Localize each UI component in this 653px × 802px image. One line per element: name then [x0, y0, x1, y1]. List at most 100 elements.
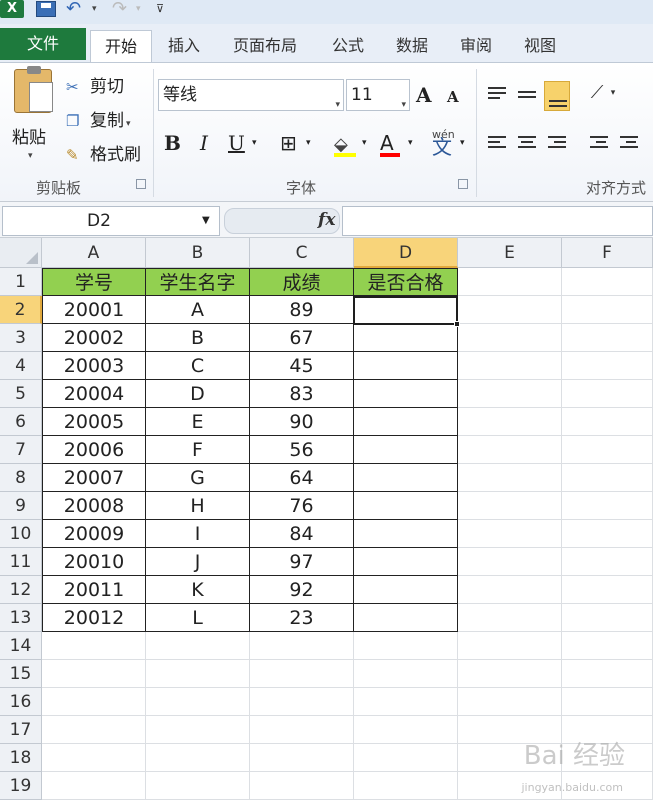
cell-B15[interactable]: [146, 660, 250, 688]
row-header-12[interactable]: 12: [0, 576, 42, 604]
cell-D2[interactable]: [354, 296, 458, 324]
row-header-13[interactable]: 13: [0, 604, 42, 632]
cell-C18[interactable]: [250, 744, 354, 772]
cell-C7[interactable]: 56: [250, 436, 354, 464]
cell-F1[interactable]: [562, 268, 653, 296]
cell-A9[interactable]: 20008: [42, 492, 146, 520]
cell-E15[interactable]: [458, 660, 562, 688]
cell-D16[interactable]: [354, 688, 458, 716]
fill-color-dropdown-arrow[interactable]: ▾: [362, 129, 367, 157]
cell-F12[interactable]: [562, 576, 653, 604]
align-middle-button[interactable]: [514, 85, 540, 109]
cell-F13[interactable]: [562, 604, 653, 632]
cell-E1[interactable]: [458, 268, 562, 296]
row-header-5[interactable]: 5: [0, 380, 42, 408]
cell-C1[interactable]: 成绩: [250, 268, 354, 296]
cell-B10[interactable]: I: [146, 520, 250, 548]
font-color-dropdown-arrow[interactable]: ▾: [408, 129, 413, 157]
redo-dropdown-arrow[interactable]: ▾: [136, 0, 141, 18]
cell-A4[interactable]: 20003: [42, 352, 146, 380]
cell-B13[interactable]: L: [146, 604, 250, 632]
column-header-C[interactable]: C: [250, 238, 354, 268]
cell-B18[interactable]: [146, 744, 250, 772]
cell-C14[interactable]: [250, 632, 354, 660]
cell-E6[interactable]: [458, 408, 562, 436]
cell-D9[interactable]: [354, 492, 458, 520]
italic-button[interactable]: I: [200, 129, 208, 157]
paste-dropdown-arrow[interactable]: ▾: [28, 151, 33, 161]
undo-icon[interactable]: ↶: [66, 0, 86, 18]
shrink-font-button[interactable]: A: [447, 88, 459, 106]
cell-C3[interactable]: 67: [250, 324, 354, 352]
cell-B12[interactable]: K: [146, 576, 250, 604]
cell-A11[interactable]: 20010: [42, 548, 146, 576]
copy-button[interactable]: ❐ 复制 ▾: [66, 109, 131, 133]
cell-C5[interactable]: 83: [250, 380, 354, 408]
cell-C15[interactable]: [250, 660, 354, 688]
cell-E9[interactable]: [458, 492, 562, 520]
copy-dropdown-arrow[interactable]: ▾: [126, 119, 131, 129]
phonetic-guide-button[interactable]: wén 文: [430, 128, 458, 159]
cell-D6[interactable]: [354, 408, 458, 436]
cell-C6[interactable]: 90: [250, 408, 354, 436]
row-header-9[interactable]: 9: [0, 492, 42, 520]
cell-A15[interactable]: [42, 660, 146, 688]
select-all-button[interactable]: [0, 238, 42, 268]
cell-F3[interactable]: [562, 324, 653, 352]
column-header-D[interactable]: D: [354, 238, 458, 268]
cell-A6[interactable]: 20005: [42, 408, 146, 436]
cell-E8[interactable]: [458, 464, 562, 492]
row-header-4[interactable]: 4: [0, 352, 42, 380]
row-header-1[interactable]: 1: [0, 268, 42, 296]
cell-B6[interactable]: E: [146, 408, 250, 436]
chevron-down-icon[interactable]: ▼: [202, 215, 210, 226]
underline-button[interactable]: U: [228, 129, 245, 157]
cell-D14[interactable]: [354, 632, 458, 660]
cell-B11[interactable]: J: [146, 548, 250, 576]
cell-A13[interactable]: 20012: [42, 604, 146, 632]
cut-button[interactable]: ✂ 剪切: [66, 75, 124, 99]
fill-color-button[interactable]: ⬙: [334, 129, 356, 157]
tab-home[interactable]: 开始: [90, 30, 152, 62]
cell-F8[interactable]: [562, 464, 653, 492]
tab-insert[interactable]: 插入: [158, 30, 210, 62]
align-left-button[interactable]: [484, 131, 510, 155]
redo-icon[interactable]: ↷: [112, 0, 132, 18]
bold-button[interactable]: B: [164, 129, 181, 157]
tab-file[interactable]: 文件: [0, 28, 86, 60]
cell-F7[interactable]: [562, 436, 653, 464]
decrease-indent-button[interactable]: [586, 131, 612, 155]
cell-F9[interactable]: [562, 492, 653, 520]
cell-B1[interactable]: 学生名字: [146, 268, 250, 296]
cell-A2[interactable]: 20001: [42, 296, 146, 324]
cell-F16[interactable]: [562, 688, 653, 716]
cell-D18[interactable]: [354, 744, 458, 772]
row-header-14[interactable]: 14: [0, 632, 42, 660]
tab-page-layout[interactable]: 页面布局: [222, 30, 308, 62]
cell-A18[interactable]: [42, 744, 146, 772]
cell-D19[interactable]: [354, 772, 458, 800]
borders-dropdown-arrow[interactable]: ▾: [306, 129, 311, 157]
row-header-11[interactable]: 11: [0, 548, 42, 576]
cell-D17[interactable]: [354, 716, 458, 744]
row-header-7[interactable]: 7: [0, 436, 42, 464]
row-header-10[interactable]: 10: [0, 520, 42, 548]
cell-D11[interactable]: [354, 548, 458, 576]
font-size-dropdown[interactable]: 11 ▾: [346, 79, 410, 111]
column-header-B[interactable]: B: [146, 238, 250, 268]
undo-dropdown-arrow[interactable]: ▾: [92, 0, 97, 18]
cell-D3[interactable]: [354, 324, 458, 352]
cell-A3[interactable]: 20002: [42, 324, 146, 352]
cell-E5[interactable]: [458, 380, 562, 408]
cell-B8[interactable]: G: [146, 464, 250, 492]
cell-F6[interactable]: [562, 408, 653, 436]
save-icon[interactable]: [36, 1, 56, 17]
cell-A1[interactable]: 学号: [42, 268, 146, 296]
cell-D10[interactable]: [354, 520, 458, 548]
align-center-button[interactable]: [514, 131, 540, 155]
cell-B14[interactable]: [146, 632, 250, 660]
tab-formulas[interactable]: 公式: [322, 30, 374, 62]
cell-D1[interactable]: 是否合格: [354, 268, 458, 296]
cell-B2[interactable]: A: [146, 296, 250, 324]
clipboard-dialog-launcher[interactable]: [136, 179, 146, 189]
